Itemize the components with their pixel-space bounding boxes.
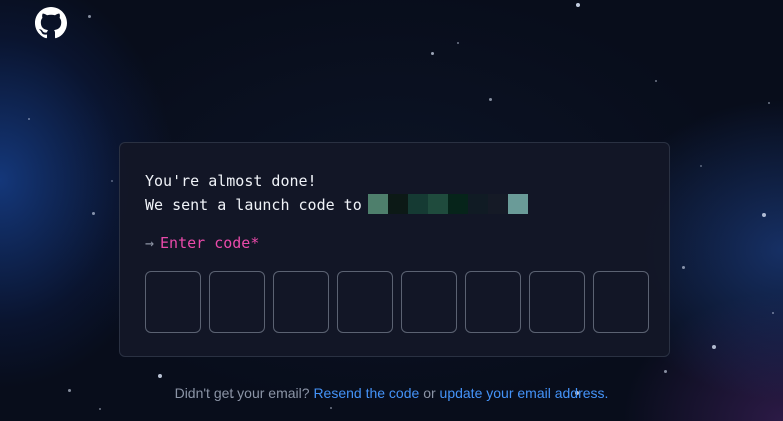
github-octocat-icon: [35, 7, 67, 39]
footer-or-text: or: [423, 385, 436, 401]
code-digit-input-7[interactable]: [529, 271, 585, 333]
star: [762, 213, 766, 217]
code-digit-input-3[interactable]: [273, 271, 329, 333]
code-digit-input-4[interactable]: [337, 271, 393, 333]
masked-email-pixel: [427, 193, 448, 214]
star: [489, 98, 492, 101]
resend-code-link[interactable]: Resend the code: [313, 385, 419, 401]
star: [92, 212, 95, 215]
masked-email-pixel: [387, 193, 408, 214]
heading-line-1: You're almost done!: [145, 172, 317, 190]
heading-line-2: We sent a launch code to: [145, 193, 528, 217]
star: [664, 370, 667, 373]
code-digit-input-5[interactable]: [401, 271, 457, 333]
resend-footer: Didn't get your email? Resend the code o…: [0, 384, 783, 402]
code-digit-input-8[interactable]: [593, 271, 649, 333]
code-digit-input-6[interactable]: [465, 271, 521, 333]
masked-email-pixel: [507, 193, 528, 214]
star: [28, 118, 30, 120]
arrow-right-icon: →: [145, 234, 155, 252]
star: [431, 52, 434, 55]
star: [768, 102, 770, 104]
code-prompt-label: Enter code*: [160, 234, 260, 252]
code-prompt: → Enter code*: [145, 233, 259, 253]
masked-email-pixel: [487, 193, 508, 214]
star: [576, 3, 580, 7]
launch-code-inputs: [145, 271, 649, 333]
code-digit-input-1[interactable]: [145, 271, 201, 333]
card-heading: You're almost done! We sent a launch cod…: [145, 169, 528, 217]
update-email-link[interactable]: update your email address.: [440, 385, 609, 401]
masked-email-pixel: [447, 193, 468, 214]
star: [88, 15, 91, 18]
star: [700, 165, 702, 167]
star: [772, 312, 774, 314]
star: [99, 408, 101, 410]
masked-email-pixel: [467, 193, 488, 214]
github-logo-link[interactable]: [35, 7, 67, 39]
masked-email-address: [367, 193, 528, 214]
star: [682, 266, 685, 269]
code-digit-input-2[interactable]: [209, 271, 265, 333]
star: [655, 80, 657, 82]
masked-email-pixel: [367, 193, 388, 214]
star: [111, 180, 113, 182]
masked-email-pixel: [407, 193, 428, 214]
star: [712, 345, 716, 349]
star: [330, 407, 332, 409]
footer-text: Didn't get your email?: [174, 385, 310, 401]
heading-line-2-text: We sent a launch code to: [145, 196, 362, 214]
star: [457, 42, 459, 44]
star: [158, 374, 162, 378]
verification-card: You're almost done! We sent a launch cod…: [119, 142, 670, 357]
